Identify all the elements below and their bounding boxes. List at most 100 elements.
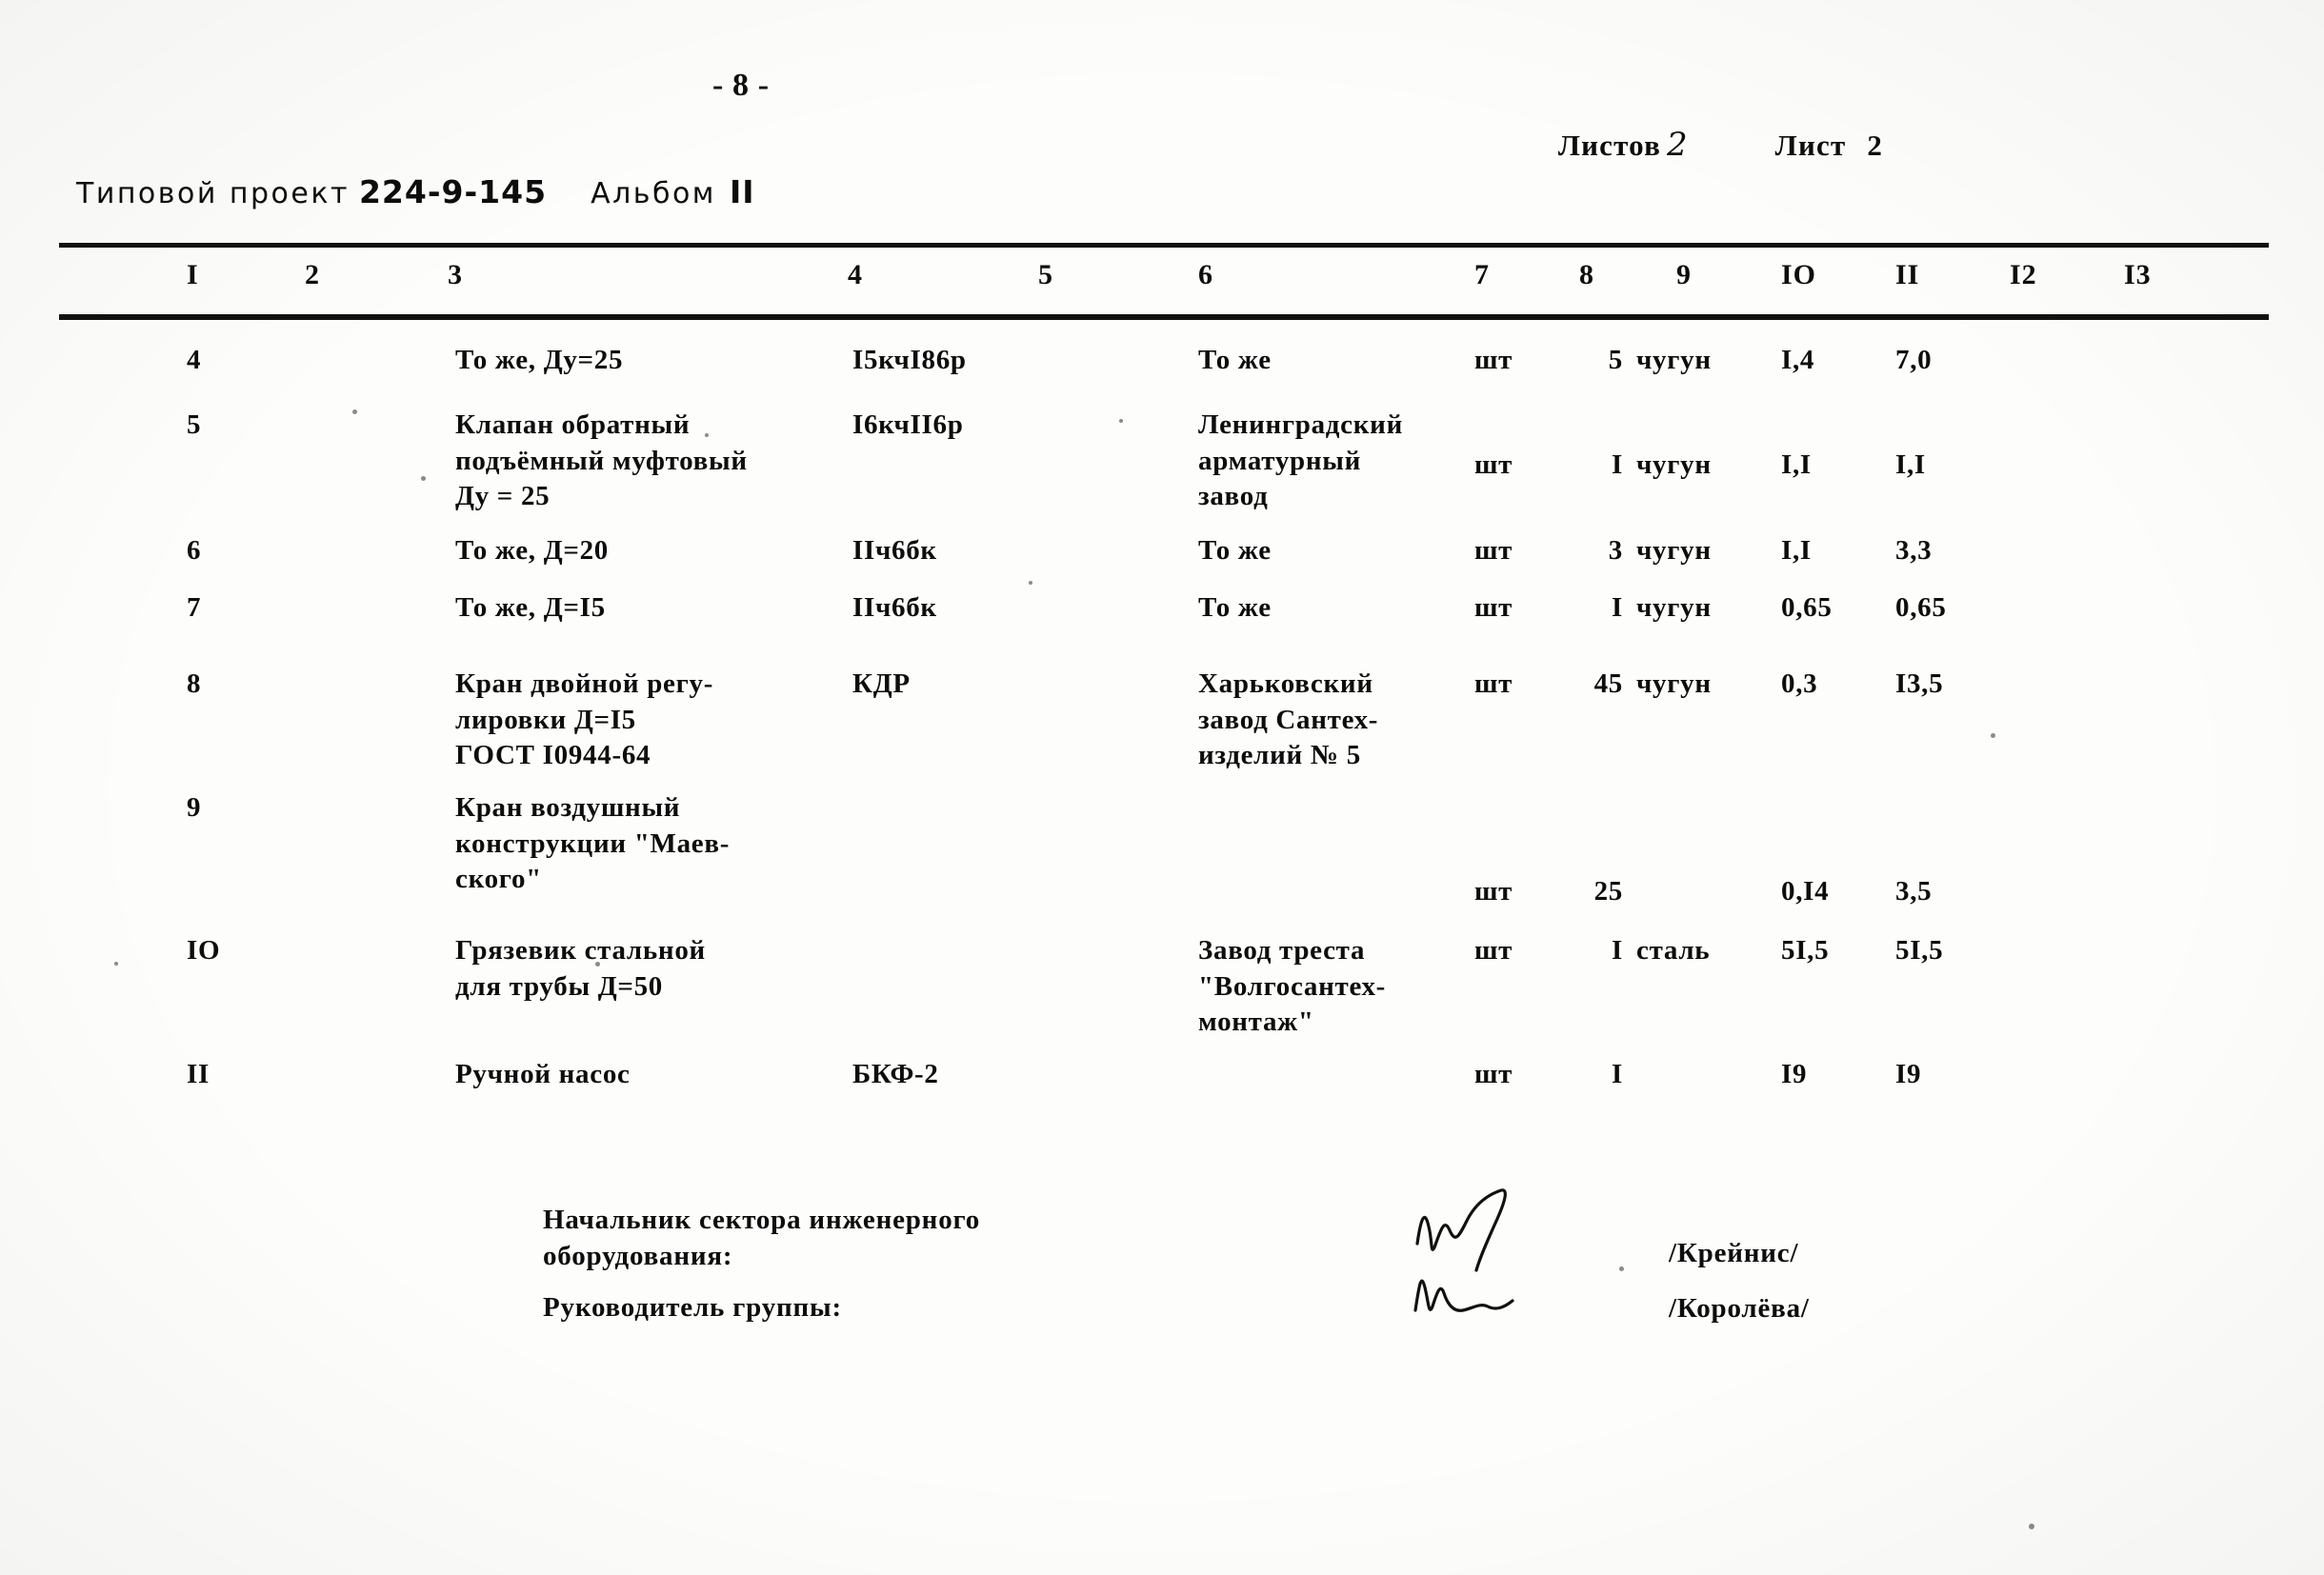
item-weight-total: 5I,5 <box>1895 935 1944 966</box>
item-supplier: Завод треста "Волгосантех- монтаж" <box>1198 935 1387 1038</box>
item-quantity: I <box>1612 935 1623 966</box>
sheet-current-label: Лист <box>1774 128 1847 162</box>
table-header-bottom-rule <box>59 314 2269 320</box>
column-number-1: I <box>187 259 199 290</box>
item-weight-total: I,I <box>1895 449 1926 480</box>
row-number: 8 <box>187 668 202 699</box>
item-weight-unit: 5I,5 <box>1781 935 1830 966</box>
row-number: 4 <box>187 345 202 375</box>
table-top-rule <box>59 243 2269 248</box>
item-material: сталь <box>1636 935 1711 966</box>
album-label: Альбом <box>591 177 716 210</box>
item-supplier: То же <box>1198 592 1272 623</box>
item-weight-unit: 0,I4 <box>1781 876 1830 907</box>
item-quantity: 45 <box>1593 668 1623 699</box>
column-number-5: 5 <box>1038 259 1053 290</box>
column-number-9: 9 <box>1676 259 1692 290</box>
item-name: Кран двойной регу- лировки Д=I5 ГОСТ I09… <box>455 668 714 771</box>
item-type-code: I5кчI86р <box>852 345 967 375</box>
item-material: чугун <box>1636 592 1712 623</box>
signature-role-label: Руководитель группы: <box>543 1292 842 1323</box>
signature-name: /Королёва/ <box>1669 1293 1810 1324</box>
item-name: То же, Ду=25 <box>455 345 624 375</box>
item-quantity: 3 <box>1608 535 1623 566</box>
scan-speck <box>1029 581 1032 585</box>
scan-speck <box>1619 1266 1624 1271</box>
column-number-13: I3 <box>2124 259 2152 290</box>
row-number: 9 <box>187 792 202 823</box>
scan-speck <box>1991 733 1995 738</box>
item-material: чугун <box>1636 345 1712 375</box>
column-number-10: IO <box>1781 259 1817 290</box>
item-name: Кран воздушный конструкции "Маев- ского" <box>455 792 731 895</box>
item-weight-total: 3,3 <box>1895 535 1933 566</box>
item-supplier: То же <box>1198 535 1272 566</box>
item-unit: шт <box>1474 876 1513 907</box>
scan-speck <box>705 433 709 437</box>
item-weight-total: 7,0 <box>1895 345 1933 375</box>
item-quantity: 5 <box>1608 345 1623 375</box>
scan-speck <box>595 962 600 967</box>
column-number-2: 2 <box>305 259 320 290</box>
item-type-code: БКФ-2 <box>852 1059 939 1089</box>
column-number-3: 3 <box>448 259 463 290</box>
album-value: II <box>729 173 755 210</box>
scan-speck <box>421 476 426 481</box>
item-unit: шт <box>1474 935 1513 966</box>
sheets-total-value: 2 <box>1667 125 1688 164</box>
item-name: То же, Д=I5 <box>455 592 606 623</box>
sheet-current-value: 2 <box>1867 128 1884 162</box>
handwritten-signature-mark <box>1381 1244 1562 1329</box>
item-weight-unit: I9 <box>1781 1059 1808 1089</box>
item-weight-unit: I,I <box>1781 449 1812 480</box>
sheets-total-label: Листов <box>1557 128 1662 162</box>
signature-block: Начальник сектора инженерного оборудован… <box>0 1188 2324 1411</box>
item-name: Клапан обратный подъёмный муфтовый Ду = … <box>455 409 748 512</box>
item-quantity: I <box>1612 592 1623 623</box>
item-weight-unit: I,4 <box>1781 345 1815 375</box>
scan-speck <box>1119 419 1123 423</box>
column-number-8: 8 <box>1579 259 1594 290</box>
item-supplier: То же <box>1198 345 1272 375</box>
item-unit: шт <box>1474 592 1513 623</box>
item-weight-total: I9 <box>1895 1059 1922 1089</box>
item-weight-total: 0,65 <box>1895 592 1947 623</box>
item-quantity: 25 <box>1593 876 1623 907</box>
item-name: То же, Д=20 <box>455 535 609 566</box>
row-number: 6 <box>187 535 202 566</box>
item-type-code: КДР <box>852 668 911 699</box>
column-number-11: II <box>1895 259 1920 290</box>
item-weight-unit: 0,65 <box>1781 592 1833 623</box>
item-name: Грязевик стальной для трубы Д=50 <box>455 935 706 1002</box>
table-column-number-row: I 2 3 4 5 6 7 8 9 IO II I2 I3 <box>0 259 2324 307</box>
column-number-7: 7 <box>1474 259 1490 290</box>
item-unit: шт <box>1474 449 1513 480</box>
project-label: Типовой проект <box>76 177 350 210</box>
column-number-12: I2 <box>2010 259 2037 290</box>
scanned-document-page: - 8 - Листов 2 Лист 2 Типовой проект 224-9-1… <box>0 0 2324 1575</box>
scan-speck <box>2029 1524 2034 1529</box>
row-number: IO <box>187 935 221 966</box>
row-number: 7 <box>187 592 202 623</box>
scan-speck <box>352 409 357 414</box>
signature-name: /Крейнис/ <box>1669 1238 1799 1268</box>
item-supplier: Харьковский завод Сантех- изделий № 5 <box>1198 668 1379 771</box>
item-unit: шт <box>1474 535 1513 566</box>
column-number-4: 4 <box>848 259 863 290</box>
row-number: II <box>187 1059 210 1089</box>
project-code: 224-9-145 <box>358 173 548 210</box>
sheet-info: Листов 2 Лист 2 <box>1524 90 1883 198</box>
signature-role-label: Начальник сектора инженерного оборудован… <box>543 1205 981 1272</box>
item-unit: шт <box>1474 668 1513 699</box>
page-number: - 8 - <box>712 68 770 103</box>
column-number-6: 6 <box>1198 259 1213 290</box>
scan-speck <box>114 962 118 966</box>
item-weight-total: I3,5 <box>1895 668 1944 699</box>
project-header-line: Типовой проект 224-9-145 Альбом II <box>76 173 755 210</box>
item-quantity: I <box>1612 449 1623 480</box>
item-unit: шт <box>1474 1059 1513 1089</box>
item-type-code: IIч6бк <box>852 592 937 623</box>
item-quantity: I <box>1612 1059 1623 1089</box>
row-number: 5 <box>187 409 202 440</box>
item-weight-unit: I,I <box>1781 535 1812 566</box>
